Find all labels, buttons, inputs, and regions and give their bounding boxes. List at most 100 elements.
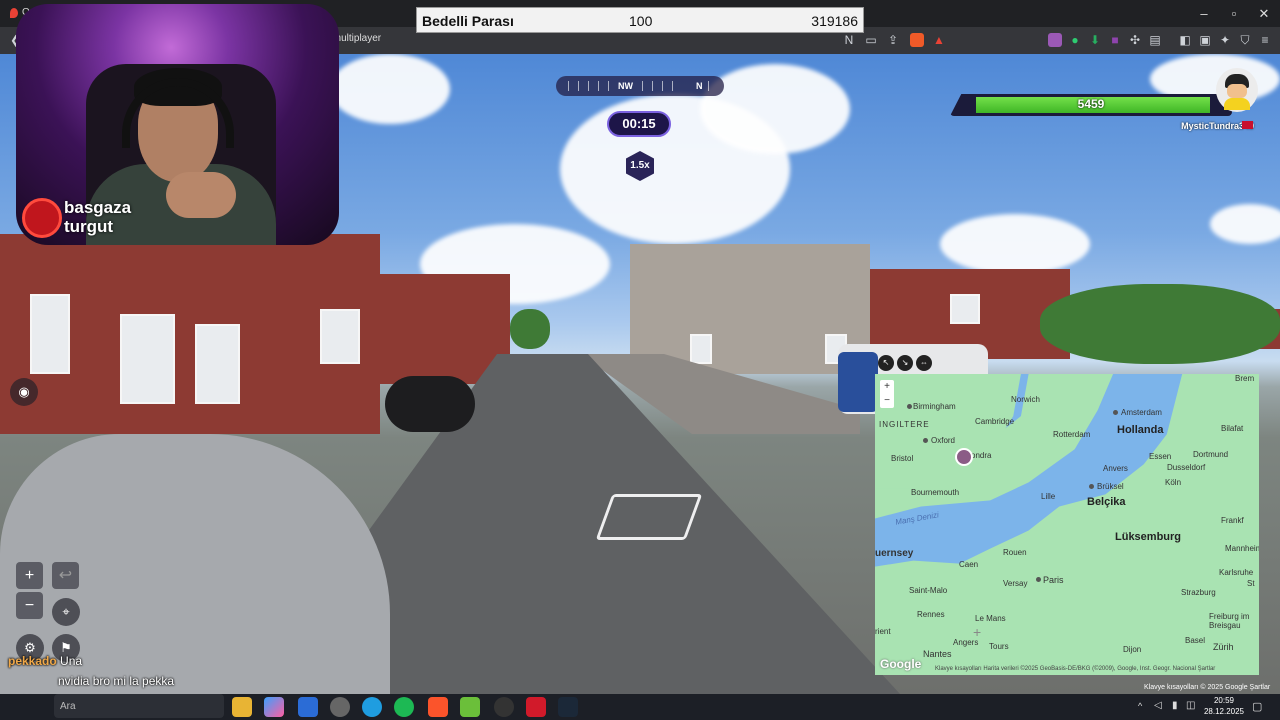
spotify-icon[interactable] xyxy=(394,697,414,717)
map-label: Brem xyxy=(1235,374,1255,383)
map-label: Norwich xyxy=(1011,395,1040,404)
map-label: Nantes xyxy=(923,649,952,659)
map-zoom-controls[interactable]: + − xyxy=(880,380,894,408)
notifications-icon[interactable]: ▢ xyxy=(1252,700,1262,713)
vpn-shield-icon[interactable]: ⛉ xyxy=(1238,33,1252,47)
map-label: Amsterdam xyxy=(1121,408,1162,417)
streetview-attribution: Klavye kısayolları © 2025 Google Şartlar xyxy=(1144,684,1271,691)
brave-shield-icon[interactable] xyxy=(910,33,924,47)
taskbar-clock[interactable]: 20:59 28.12.2025 xyxy=(1200,695,1248,717)
taskbar-search[interactable]: Ara xyxy=(54,694,224,718)
map-label: Freiburg im Breisgau xyxy=(1209,612,1250,630)
extension-icon[interactable] xyxy=(1048,33,1062,47)
map-label: Zürih xyxy=(1213,642,1234,652)
map-label: Mannheim xyxy=(1225,544,1259,553)
network-icon[interactable]: ◫ xyxy=(1186,700,1195,711)
map-toolbar: ↖ ↘ ⇔ xyxy=(878,355,938,371)
map-label: Caen xyxy=(959,560,979,569)
minus-icon[interactable]: − xyxy=(16,592,43,619)
player-avatar xyxy=(1216,68,1258,112)
donation-ticker: Bedelli Parası 100 319186 xyxy=(416,7,864,33)
extensions-puzzle-icon[interactable]: ✣ xyxy=(1128,33,1142,47)
map-label: Köln xyxy=(1165,478,1182,487)
map-zoom-out-icon[interactable]: − xyxy=(880,394,894,408)
map-label: Birmingham xyxy=(913,402,956,411)
tray-chevron-icon[interactable]: ^ xyxy=(1138,701,1142,711)
map-label: Cambridge xyxy=(975,417,1015,426)
donation-amount: 100 xyxy=(629,13,653,29)
map-label: Lille xyxy=(1041,492,1056,501)
denmark-flag-icon xyxy=(1242,121,1253,129)
map-label: Oxford xyxy=(931,436,956,445)
map-label: Le Mans xyxy=(975,614,1006,623)
no-translate-icon[interactable]: N xyxy=(842,33,856,47)
player-name: MysticTundra349 xyxy=(1181,121,1254,131)
camera-icon[interactable]: ◉ xyxy=(10,378,38,406)
map-label: Strazburg xyxy=(1181,588,1216,597)
twitch-extension-icon[interactable]: ■ xyxy=(1108,33,1122,47)
leo-ai-icon[interactable]: ✦ xyxy=(1218,33,1232,47)
file-explorer-icon[interactable] xyxy=(232,697,252,717)
plus-icon[interactable]: + xyxy=(16,562,43,589)
compass-heading: NW xyxy=(618,81,633,91)
clock-time: 20:59 xyxy=(1213,696,1235,705)
brave-rewards-icon[interactable]: ▲ xyxy=(932,33,946,47)
map-label: Dortmund xyxy=(1193,450,1229,459)
tab-favicon-icon xyxy=(10,8,18,18)
map-label: Karlsruhe xyxy=(1219,568,1254,577)
compass-north: N xyxy=(696,81,703,91)
map-label: Brüksel xyxy=(1097,482,1124,491)
map-label-country: Hollanda xyxy=(1117,424,1164,436)
map-label: rient xyxy=(875,627,891,636)
split-view-icon[interactable]: ◧ xyxy=(1178,33,1192,47)
google-logo: Google xyxy=(880,657,922,671)
lightshot-icon[interactable] xyxy=(526,697,546,717)
close-icon[interactable]: ✕ xyxy=(1254,6,1274,22)
taskbar-search-text: Ara xyxy=(60,701,76,712)
brave-icon[interactable] xyxy=(428,697,448,717)
share-icon[interactable]: ⇪ xyxy=(886,33,900,47)
map-label: St xyxy=(1247,579,1255,588)
map-label: Bilafat xyxy=(1221,424,1244,433)
speaker-icon[interactable]: ◁ xyxy=(1154,700,1162,711)
copilot-icon[interactable] xyxy=(264,697,284,717)
minimize-icon[interactable]: – xyxy=(1194,6,1214,21)
map-label-country: Lüksemburg xyxy=(1115,531,1182,543)
edge-icon[interactable] xyxy=(362,697,382,717)
obs-icon[interactable] xyxy=(494,697,514,717)
app-icon[interactable] xyxy=(330,697,350,717)
map-label: Rotterdam xyxy=(1053,430,1091,439)
undo-icon[interactable]: ↩ xyxy=(52,562,79,589)
map-expand-icon[interactable]: ↖ xyxy=(878,355,894,371)
steam-icon[interactable] xyxy=(558,697,578,717)
menu-icon[interactable]: ≡ xyxy=(1258,33,1272,47)
map-label: Saint-Malo xyxy=(909,586,948,595)
wallet-icon[interactable]: ▣ xyxy=(1198,33,1212,47)
map-label: Rouen xyxy=(1003,548,1027,557)
map-label: Versay xyxy=(1003,579,1028,588)
map-zoom-in-icon[interactable]: + xyxy=(880,380,894,394)
donation-label: Bedelli Parası xyxy=(422,13,514,29)
guess-marker[interactable] xyxy=(955,448,973,466)
android-studio-icon[interactable] xyxy=(460,697,480,717)
maximize-icon[interactable]: ▫ xyxy=(1224,6,1244,21)
guess-map[interactable]: + − Birmingham Norwich Cambridge Oxford I… xyxy=(875,374,1259,675)
compass: NW N xyxy=(556,76,724,96)
cast-icon[interactable]: ▭ xyxy=(864,33,878,47)
map-label: ondra xyxy=(971,451,992,460)
map-label: INGILTERE xyxy=(879,420,930,429)
store-icon[interactable] xyxy=(298,697,318,717)
chat-message: pekkado Una xyxy=(8,654,83,668)
map-label-country: Belçika xyxy=(1087,496,1126,508)
sidebar-icon[interactable]: ▤ xyxy=(1148,33,1162,47)
map-shrink-icon[interactable]: ↘ xyxy=(897,355,913,371)
map-label: Bournemouth xyxy=(911,488,960,497)
download-extension-icon[interactable]: ⬇ xyxy=(1088,33,1102,47)
map-label: Paris xyxy=(1043,575,1064,585)
grammar-extension-icon[interactable]: ● xyxy=(1068,33,1082,47)
map-pin-toggle-icon[interactable]: ⇔ xyxy=(916,355,932,371)
map-label: uernsey xyxy=(875,548,914,559)
location-pin-icon[interactable]: ⌖ xyxy=(52,598,80,626)
battery-icon[interactable]: ▮ xyxy=(1172,700,1178,711)
map-crosshair-icon: + xyxy=(973,624,982,640)
